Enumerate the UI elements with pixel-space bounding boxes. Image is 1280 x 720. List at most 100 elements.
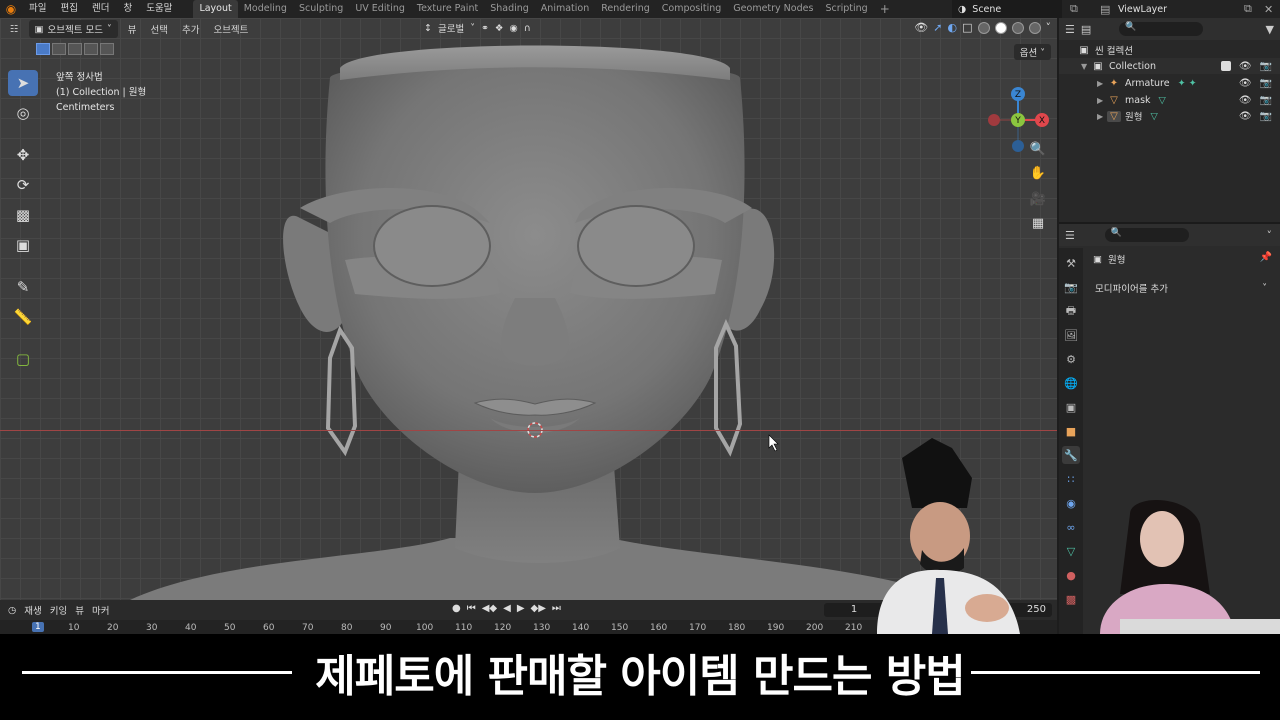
menu-window[interactable]: 창 <box>116 0 139 18</box>
prev-keyframe-icon[interactable]: ◀◆ <box>482 603 497 614</box>
menu-help[interactable]: 도움말 <box>139 0 179 18</box>
play-icon[interactable]: ▶ <box>517 603 525 614</box>
outliner-editor-icon[interactable]: ☰ <box>1065 23 1075 36</box>
measure-icon[interactable]: 📏 <box>8 304 38 330</box>
tool-tab-icon[interactable]: ⚒ <box>1062 254 1080 272</box>
chevron-down-icon[interactable]: ˅ <box>1046 21 1052 34</box>
camera-icon[interactable]: 📷 <box>1260 78 1272 89</box>
move-icon[interactable]: ✥ <box>8 142 38 168</box>
blender-logo-icon[interactable]: ◉ <box>0 0 22 18</box>
jump-end-icon[interactable]: ⏭ <box>552 603 561 614</box>
cursor-icon[interactable]: ◎ <box>8 100 38 126</box>
data-tab-icon[interactable]: ▽ <box>1062 542 1080 560</box>
particles-tab-icon[interactable]: ∷ <box>1062 470 1080 488</box>
menu-render[interactable]: 렌더 <box>85 0 116 18</box>
pivot-icon[interactable]: ⚭ <box>481 23 489 34</box>
expand-arrow-icon[interactable]: ▶ <box>1097 96 1107 105</box>
options-dropdown[interactable]: 옵션 ˅ <box>1013 44 1051 60</box>
ortho-grid-icon[interactable]: ▦ <box>1026 212 1050 234</box>
outliner-scene-collection[interactable]: ▣ 씬 컬렉션 <box>1059 42 1280 58</box>
menu-object[interactable]: 오브젝트 <box>209 22 252 36</box>
exclude-checkbox[interactable] <box>1220 60 1231 71</box>
overlay-toggle-icon[interactable]: ◐ <box>947 21 957 34</box>
scene-tab-icon[interactable]: ⚙ <box>1062 350 1080 368</box>
menu-marker[interactable]: 마커 <box>92 603 109 617</box>
view-layer-icon[interactable]: ▤ <box>1100 0 1110 18</box>
pin-icon[interactable]: 📌 <box>1260 252 1272 263</box>
outliner-row-armature[interactable]: ▶ ✦ Armature ✦ ✦ 👁 📷 <box>1059 75 1280 91</box>
proportional-edit-icon[interactable]: ◉ <box>509 23 517 34</box>
pan-hand-icon[interactable]: ✋ <box>1026 162 1050 184</box>
mode-selector[interactable]: ▣ 오브젝트 모드 ˅ <box>28 20 118 38</box>
wireframe-shading-icon[interactable] <box>977 21 990 34</box>
tab-sculpting[interactable]: Sculpting <box>293 0 349 18</box>
xray-icon[interactable]: □ <box>962 21 972 34</box>
select-extend-icon[interactable] <box>52 43 66 55</box>
add-modifier-button[interactable]: 모디파이어를 추가 ˅ <box>1091 280 1271 296</box>
add-cube-icon[interactable]: ▢ <box>8 346 38 372</box>
physics-tab-icon[interactable]: ◉ <box>1062 494 1080 512</box>
rendered-shading-icon[interactable] <box>1028 21 1041 34</box>
scale-icon[interactable]: ▩ <box>8 202 38 228</box>
filter-icon[interactable]: ▼ <box>1266 23 1274 36</box>
render-tab-icon[interactable]: 📷 <box>1062 278 1080 296</box>
tab-texture-paint[interactable]: Texture Paint <box>411 0 484 18</box>
properties-search-input[interactable]: 🔍 <box>1104 228 1189 242</box>
menu-select[interactable]: 선택 <box>146 22 171 36</box>
tab-rendering[interactable]: Rendering <box>595 0 656 18</box>
material-shading-icon[interactable] <box>1011 21 1024 34</box>
constraints-tab-icon[interactable]: ∞ <box>1062 518 1080 536</box>
view-layer-selector[interactable]: ViewLayer <box>1118 0 1242 18</box>
eye-icon[interactable]: 👁 <box>1239 95 1252 106</box>
camera-view-icon[interactable]: 🎥 <box>1026 188 1050 210</box>
menu-edit[interactable]: 편집 <box>53 0 84 18</box>
tab-uv-editing[interactable]: UV Editing <box>349 0 411 18</box>
rotate-icon[interactable]: ⟳ <box>8 172 38 198</box>
tab-shading[interactable]: Shading <box>484 0 535 18</box>
snap-icon[interactable]: ❖ <box>495 23 504 34</box>
gizmo-toggle-icon[interactable]: ➚ <box>933 21 942 34</box>
falloff-icon[interactable]: ∩ <box>524 23 531 34</box>
camera-icon[interactable]: 📷 <box>1260 61 1272 72</box>
menu-keying[interactable]: 키잉 <box>50 603 67 617</box>
select-difference-icon[interactable] <box>84 43 98 55</box>
object-tab-icon[interactable]: ■ <box>1062 422 1080 440</box>
chevron-down-icon[interactable]: ˅ <box>1267 229 1273 242</box>
menu-add[interactable]: 추가 <box>178 22 203 36</box>
new-scene-icon[interactable]: ⧉ <box>1070 0 1078 18</box>
select-intersect-icon[interactable] <box>100 43 114 55</box>
eye-icon[interactable]: 👁 <box>1239 111 1252 122</box>
collapse-arrow-icon[interactable]: ▼ <box>1081 62 1091 71</box>
display-mode-icon[interactable]: ▤ <box>1081 23 1091 36</box>
outliner-row-wonhyeong[interactable]: ▶ ▽ 원형 ▽ 👁 📷 <box>1059 108 1280 124</box>
editor-type-icon[interactable]: ☷ <box>6 24 23 35</box>
outliner-row-collection[interactable]: ▼ ▣ Collection 👁 📷 <box>1059 58 1280 74</box>
timeline-editor-icon[interactable]: ◷ <box>8 605 16 616</box>
camera-icon[interactable]: 📷 <box>1260 111 1272 122</box>
modifier-tab-icon[interactable]: 🔧 <box>1062 446 1080 464</box>
record-icon[interactable]: ● <box>452 603 461 614</box>
expand-arrow-icon[interactable]: ▶ <box>1097 112 1107 121</box>
zoom-icon[interactable]: 🔍 <box>1026 138 1050 160</box>
eye-icon[interactable]: 👁 <box>1239 78 1252 89</box>
play-reverse-icon[interactable]: ◀ <box>503 603 511 614</box>
transform-icon[interactable]: ▣ <box>8 232 38 258</box>
tab-modeling[interactable]: Modeling <box>238 0 293 18</box>
expand-arrow-icon[interactable]: ▶ <box>1097 79 1107 88</box>
camera-icon[interactable]: 📷 <box>1260 95 1272 106</box>
material-tab-icon[interactable]: ● <box>1062 566 1080 584</box>
properties-editor-icon[interactable]: ☰ <box>1065 229 1075 242</box>
annotate-icon[interactable]: ✎ <box>8 274 38 300</box>
outliner-search-input[interactable]: 🔍 <box>1119 22 1204 36</box>
menu-file[interactable]: 파일 <box>22 0 53 18</box>
texture-tab-icon[interactable]: ▩ <box>1062 590 1080 608</box>
tab-animation[interactable]: Animation <box>535 0 595 18</box>
visibility-icon[interactable]: 👁 <box>914 21 928 34</box>
menu-playback[interactable]: 재생 <box>24 603 41 617</box>
tab-layout[interactable]: Layout <box>193 0 238 18</box>
tab-geometry-nodes[interactable]: Geometry Nodes <box>727 0 819 18</box>
transform-orientation-selector[interactable]: ↕ 글로벌 ˅ ⚭ ❖ ◉ ∩ <box>424 21 531 36</box>
solid-shading-icon[interactable] <box>994 21 1007 34</box>
select-new-icon[interactable] <box>36 43 50 55</box>
outliner-row-mask[interactable]: ▶ ▽ mask ▽ 👁 📷 <box>1059 92 1280 108</box>
